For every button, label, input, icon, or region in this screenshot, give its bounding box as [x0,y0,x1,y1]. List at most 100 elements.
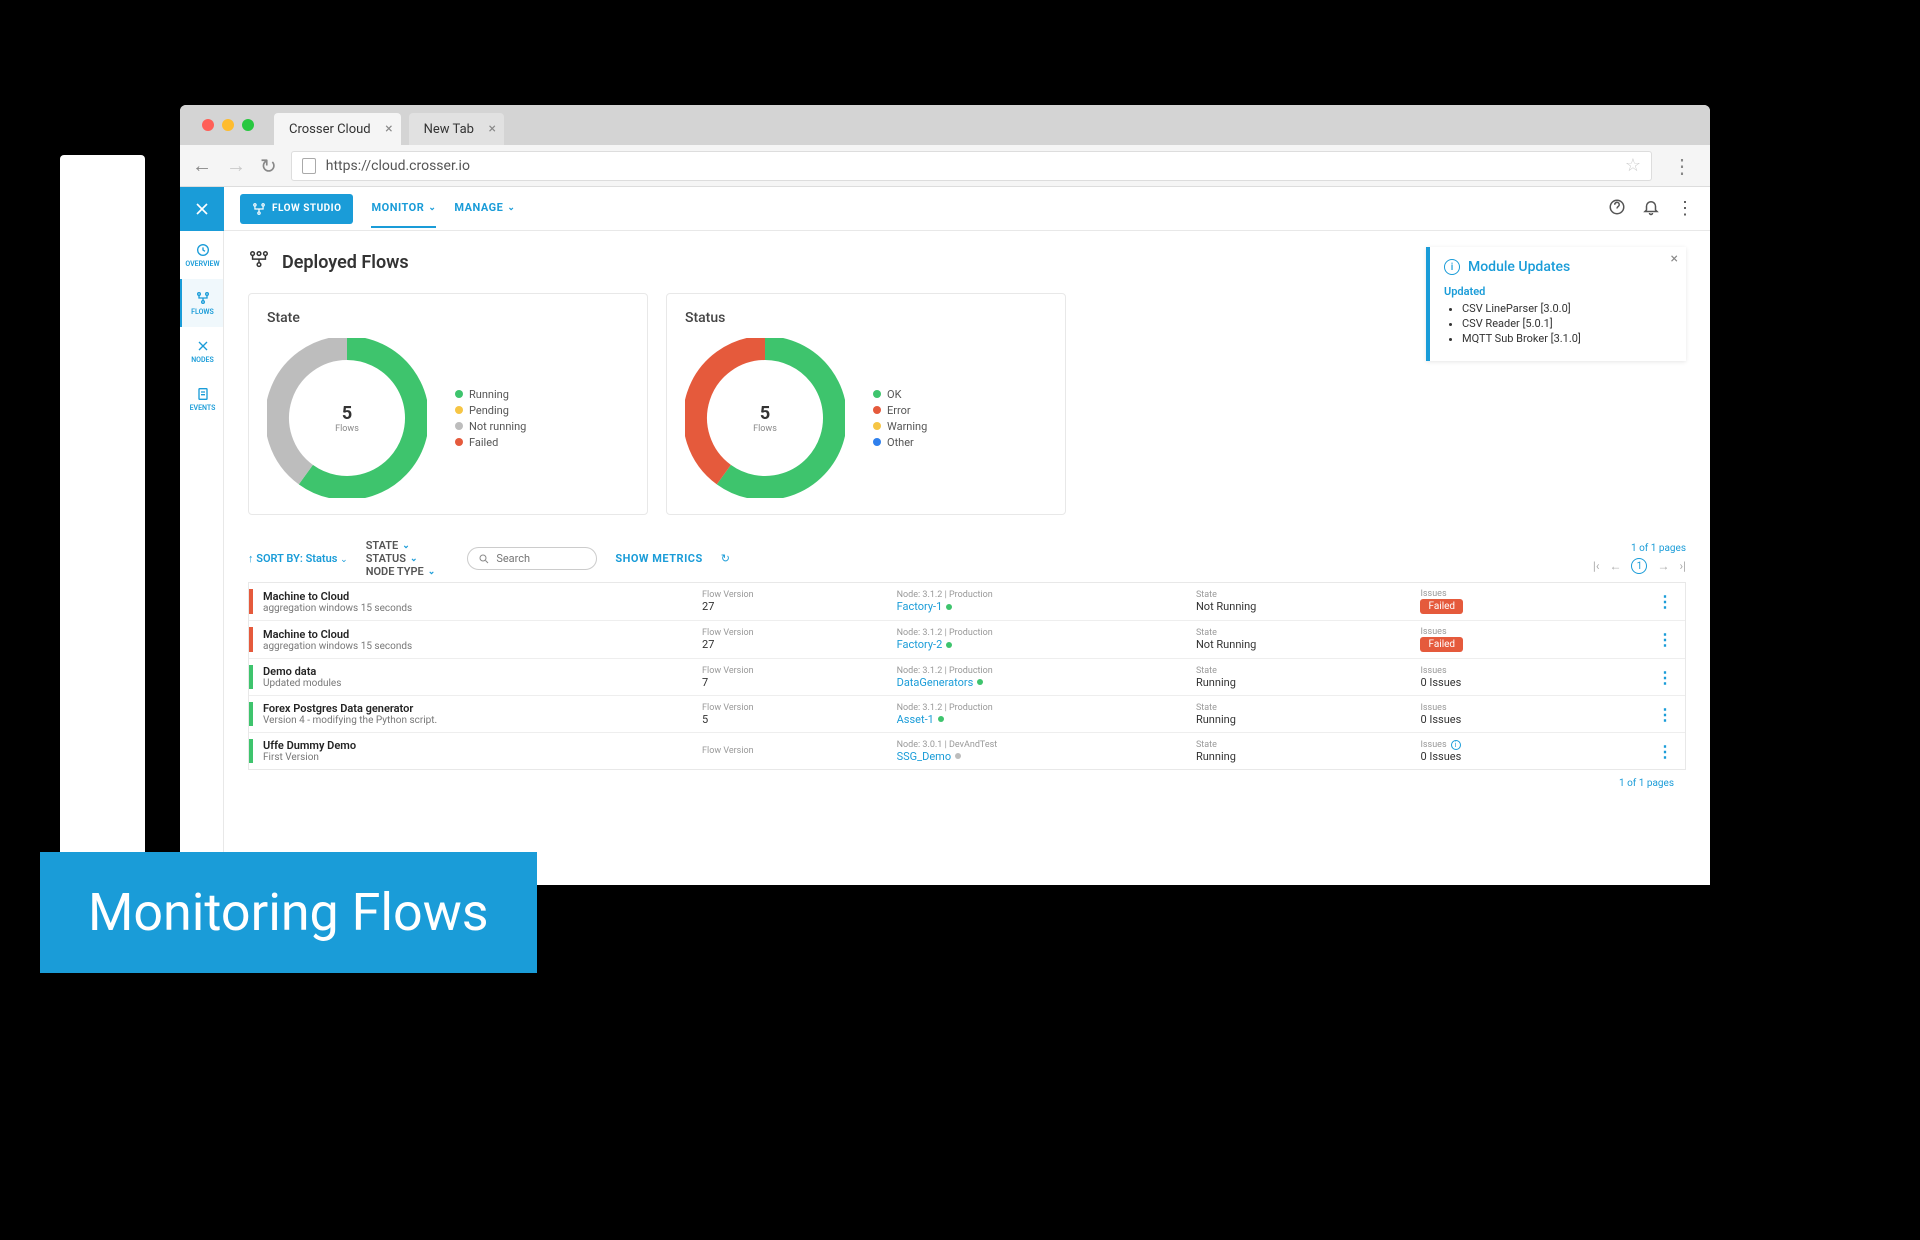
legend-dot-icon [455,422,463,430]
chrome-menu-icon[interactable]: ⋮ [1666,154,1698,178]
row-menu-icon[interactable]: ⋮ [1645,630,1685,649]
search-input[interactable] [496,552,586,565]
table-row[interactable]: Machine to Cloudaggregation windows 15 s… [249,583,1685,621]
status-dot-icon [946,604,952,610]
node-name[interactable]: Factory-1 [897,600,1196,613]
page-last-icon[interactable]: ›| [1679,559,1686,573]
legend-label: Not running [469,420,526,433]
tab-label: Crosser Cloud [289,122,371,137]
pagination-top: 1 of 1 pages |‹ ← 1 → ›| [1593,543,1686,574]
close-icon[interactable]: × [1671,251,1678,267]
flow-name: Uffe Dummy Demo [263,739,702,752]
legend-label: Other [887,436,914,449]
tab-label: New Tab [424,122,474,137]
node-name[interactable]: SSG_Demo [897,750,1196,763]
flow-name: Machine to Cloud [263,628,702,641]
flow-studio-button[interactable]: FLOW STUDIO [240,194,353,224]
nav-label: MONITOR [371,201,424,214]
browser-tab-1[interactable]: Crosser Cloud × [274,113,401,145]
card-title: Status [685,310,1047,326]
nav-monitor[interactable]: MONITOR ⌄ [371,189,436,228]
show-metrics-button[interactable]: SHOW METRICS [615,552,702,565]
flow-subtitle: aggregation windows 15 seconds [263,641,702,652]
legend-item: Error [873,404,927,417]
browser-tab-2[interactable]: New Tab × [409,113,504,145]
info-panel-list: CSV LineParser [3.0.0]CSV Reader [5.0.1]… [1444,302,1672,345]
page-title: Deployed Flows [282,252,409,273]
left-decoration-bar [60,155,145,915]
page-next-icon[interactable]: → [1657,559,1669,573]
chart-card-status: Status 5Flows OKErrorWarningOther [666,293,1066,515]
legend-label: OK [887,388,901,401]
row-menu-icon[interactable]: ⋮ [1645,668,1685,687]
state-text: Running [1196,750,1421,763]
table-row[interactable]: Forex Postgres Data generatorVersion 4 -… [249,696,1685,733]
col-label: Flow Version [702,746,897,756]
bookmark-star-icon[interactable]: ☆ [1625,155,1641,176]
sidebar-item-label: EVENTS [190,404,216,412]
top-nav: FLOW STUDIO MONITOR ⌄ MANAGE ⌄ ⋮ [224,187,1710,231]
donut-center-label: Flows [753,424,777,434]
close-tab-icon[interactable]: × [385,121,392,137]
module-updates-panel: × i Module Updates Updated CSV LineParse… [1426,247,1686,361]
table-row[interactable]: Uffe Dummy DemoFirst Version Flow Versio… [249,733,1685,769]
col-label: State [1196,590,1421,600]
legend-dot-icon [455,390,463,398]
filter-node-type[interactable]: NODE TYPE ⌄ [366,565,436,578]
sidebar-item-nodes[interactable]: NODES [180,327,223,375]
sidebar-item-flows[interactable]: FLOWS [180,279,223,327]
col-label: Node: 3.1.2 | Production [897,590,1196,600]
node-name[interactable]: Asset-1 [897,713,1196,726]
issues-text: 0 Issues [1420,713,1461,726]
app-logo[interactable] [180,187,224,231]
table-toolbar: ↑ SORT BY: Status ⌄ STATE ⌄STATUS ⌄NODE … [248,539,1686,578]
node-name[interactable]: Factory-2 [897,638,1196,651]
flow-version: 27 [702,600,897,613]
row-menu-icon[interactable]: ⋮ [1645,742,1685,761]
help-icon[interactable] [1608,198,1626,220]
reload-icon[interactable]: ↻ [260,154,277,178]
row-menu-icon[interactable]: ⋮ [1645,592,1685,611]
page-text: 1 of 1 pages [1631,543,1686,554]
legend-dot-icon [455,406,463,414]
minimize-window-icon[interactable] [222,119,234,131]
legend-item: Other [873,436,927,449]
back-icon[interactable]: ← [192,153,212,178]
legend-dot-icon [455,438,463,446]
close-window-icon[interactable] [202,119,214,131]
flows-table: Machine to Cloudaggregation windows 15 s… [248,582,1686,770]
info-icon[interactable]: i [1451,740,1461,750]
pagination-bottom: 1 of 1 pages [248,770,1686,797]
page-prev-icon[interactable]: ← [1609,559,1621,573]
legend-dot-icon [873,390,881,398]
issues-text: 0 Issues [1420,750,1461,763]
maximize-window-icon[interactable] [242,119,254,131]
nav-manage[interactable]: MANAGE ⌄ [454,189,515,228]
refresh-icon[interactable]: ↻ [721,552,730,565]
bell-icon[interactable] [1642,198,1660,220]
traffic-lights [190,119,266,131]
page-first-icon[interactable]: |‹ [1593,559,1600,573]
col-label: Flow Version [702,666,897,676]
filter-state[interactable]: STATE ⌄ [366,539,436,552]
legend-dot-icon [873,406,881,414]
col-label: Flow Version [702,703,897,713]
more-icon[interactable]: ⋮ [1676,198,1694,219]
forward-icon[interactable]: → [226,153,246,178]
table-row[interactable]: Machine to Cloudaggregation windows 15 s… [249,621,1685,659]
col-label: Node: 3.1.2 | Production [897,628,1196,638]
row-menu-icon[interactable]: ⋮ [1645,705,1685,724]
search-input-wrapper[interactable] [467,547,597,570]
filter-status[interactable]: STATUS ⌄ [366,552,436,565]
flow-name: Machine to Cloud [263,590,702,603]
node-name[interactable]: DataGenerators [897,676,1196,689]
donut-center-value: 5 [760,403,770,424]
browser-window: Crosser Cloud × New Tab × ← → ↻ https://… [180,105,1710,885]
sidebar-item-overview[interactable]: OVERVIEW [180,231,223,279]
issues-text: 0 Issues [1420,676,1461,689]
sidebar-item-events[interactable]: EVENTS [180,375,223,423]
table-row[interactable]: Demo dataUpdated modules Flow Version7 N… [249,659,1685,696]
url-bar[interactable]: https://cloud.crosser.io ☆ [291,151,1652,181]
close-tab-icon[interactable]: × [488,121,495,137]
sort-by[interactable]: ↑ SORT BY: Status ⌄ [248,552,348,565]
